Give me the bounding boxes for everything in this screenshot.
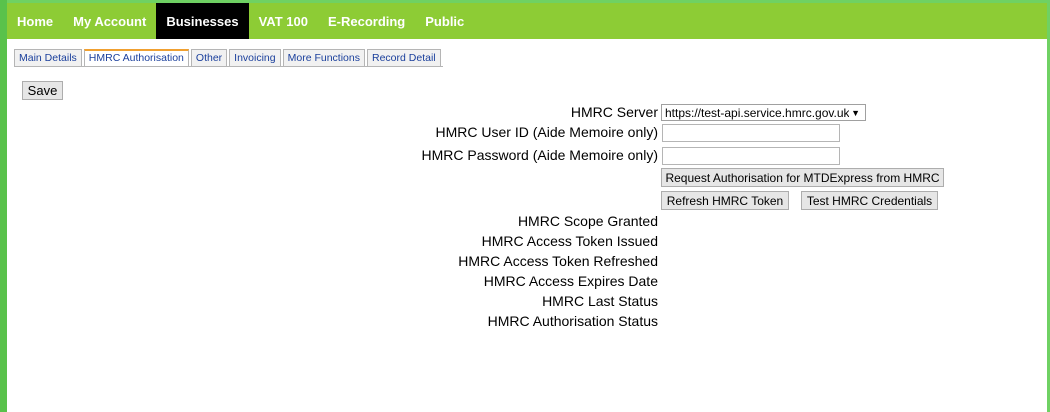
hmrc-password-input[interactable] — [662, 147, 840, 165]
nav-my-account[interactable]: My Account — [63, 3, 156, 39]
hmrc-server-label: HMRC Server — [570, 104, 658, 120]
last-status-label: HMRC Last Status — [542, 293, 658, 309]
tab-more-functions[interactable]: More Functions — [282, 49, 365, 66]
tab-record-detail[interactable]: Record Detail — [367, 49, 441, 66]
nav-home[interactable]: Home — [7, 3, 63, 39]
hmrc-user-id-input[interactable] — [662, 124, 840, 142]
tab-hmrc-authorisation[interactable]: HMRC Authorisation — [83, 49, 189, 66]
hmrc-server-select[interactable]: https://test-api.service.hmrc.gov.uk/ ▼ — [661, 104, 866, 121]
scope-granted-label: HMRC Scope Granted — [517, 213, 658, 229]
nav-public[interactable]: Public — [415, 3, 474, 39]
access-token-refreshed-label: HMRC Access Token Refreshed — [458, 253, 658, 269]
tab-invoicing[interactable]: Invoicing — [229, 49, 281, 66]
nav-businesses[interactable]: Businesses — [156, 3, 249, 39]
refresh-token-button[interactable]: Refresh HMRC Token — [661, 191, 789, 210]
tab-main-details[interactable]: Main Details — [14, 49, 82, 66]
request-authorisation-button[interactable]: Request Authorisation for MTDExpress fro… — [661, 168, 944, 187]
test-credentials-button[interactable]: Test HMRC Credentials — [801, 191, 938, 210]
nav-vat-100[interactable]: VAT 100 — [249, 3, 318, 39]
nav-e-recording[interactable]: E-Recording — [318, 3, 415, 39]
hmrc-user-id-label: HMRC User ID (Aide Memoire only) — [435, 124, 658, 140]
save-button[interactable]: Save — [22, 81, 63, 100]
hmrc-password-label: HMRC Password (Aide Memoire only) — [421, 147, 658, 163]
dropdown-arrow-icon: ▼ — [851, 107, 860, 118]
tab-other[interactable]: Other — [190, 49, 228, 66]
authorisation-status-label: HMRC Authorisation Status — [487, 313, 658, 329]
access-token-issued-label: HMRC Access Token Issued — [481, 233, 658, 249]
top-nav: Home My Account Businesses VAT 100 E-Rec… — [7, 3, 1047, 39]
left-border — [0, 0, 7, 412]
hmrc-server-value: https://test-api.service.hmrc.gov.uk/ — [665, 105, 850, 120]
tab-bar: Main Details HMRC Authorisation Other In… — [14, 49, 443, 67]
access-expires-label: HMRC Access Expires Date — [483, 273, 658, 289]
